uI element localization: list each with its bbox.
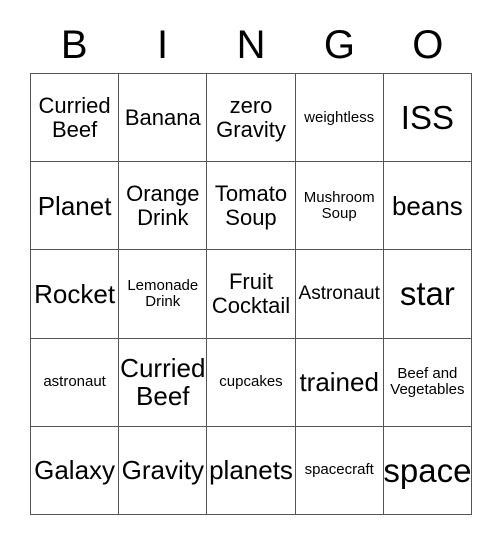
bingo-cell-label: Fruit Cocktail	[211, 269, 291, 318]
bingo-cell-label: zero Gravity	[216, 92, 286, 142]
bingo-cell[interactable]: weightless	[295, 74, 384, 163]
bingo-cell[interactable]: trained	[295, 338, 384, 427]
bingo-cell[interactable]: Fruit Cocktail	[207, 250, 296, 339]
bingo-cell-label: Gravity	[121, 455, 204, 486]
bingo-cell[interactable]: Curried Beef	[119, 338, 208, 427]
bingo-cell[interactable]: Rocket	[31, 250, 120, 339]
bingo-cell-label: planets	[209, 455, 293, 486]
bingo-cell[interactable]: Mushroom Soup	[295, 162, 384, 251]
bingo-cell[interactable]: astronaut	[31, 338, 120, 427]
bingo-cell-label: Beef and Vegetables	[390, 365, 465, 399]
bingo-cell[interactable]: Orange Drink	[119, 162, 208, 251]
bingo-cell-label: Astronaut	[298, 282, 380, 304]
bingo-cell-label: Galaxy	[34, 455, 116, 486]
bingo-cell[interactable]: ISS	[383, 74, 472, 163]
bingo-cell[interactable]: space	[383, 426, 472, 515]
bingo-cell[interactable]: spacecraft	[295, 426, 384, 515]
bingo-cell[interactable]: Astronaut	[295, 250, 384, 339]
bingo-cell-label: trained	[299, 367, 379, 398]
bingo-cell[interactable]: beans	[383, 162, 472, 251]
bingo-cell-label: Lemonade Drink	[127, 276, 199, 310]
bingo-cell-label: Curried Beef	[38, 92, 111, 142]
bingo-cell-label: Banana	[124, 104, 201, 130]
bingo-cell-label: weightless	[304, 108, 375, 126]
bingo-cell-label: Orange Drink	[126, 181, 200, 230]
bingo-cell[interactable]: Gravity	[119, 426, 208, 515]
bingo-cell-label: beans	[391, 190, 463, 221]
bingo-cell-label: Tomato Soup	[214, 181, 288, 230]
bingo-header-letter-i: I	[157, 22, 169, 67]
bingo-header-row: B I N G O	[30, 16, 472, 73]
bingo-grid: Curried Beef Banana zero Gravity weightless…	[30, 73, 472, 515]
bingo-cell[interactable]: Curried Beef	[31, 74, 120, 163]
bingo-card: B I N G O Curried Beef Banana zero Gravity…	[0, 0, 500, 544]
bingo-cell-label: ISS	[400, 98, 454, 136]
bingo-cell-label: Planet	[37, 190, 112, 221]
bingo-cell[interactable]: planets	[207, 426, 296, 515]
bingo-cell-label: space	[383, 451, 472, 489]
bingo-header-letter-b: B	[60, 22, 88, 67]
bingo-cell-label: Curried Beef	[120, 353, 206, 412]
bingo-cell[interactable]: cupcakes	[207, 338, 296, 427]
bingo-cell[interactable]: Planet	[31, 162, 120, 251]
bingo-cell-label: star	[399, 275, 455, 313]
bingo-cell[interactable]: Lemonade Drink	[119, 250, 208, 339]
bingo-cell-label: astronaut	[43, 373, 106, 391]
bingo-cell[interactable]: Tomato Soup	[207, 162, 296, 251]
bingo-cell[interactable]: star	[383, 250, 472, 339]
bingo-header-letter-o: O	[412, 22, 444, 67]
bingo-cell-label: Rocket	[34, 278, 116, 309]
bingo-cell[interactable]: Banana	[119, 74, 208, 163]
bingo-cell-label: spacecraft	[304, 461, 374, 479]
bingo-cell[interactable]: Galaxy	[31, 426, 120, 515]
bingo-cell[interactable]: Beef and Vegetables	[383, 338, 472, 427]
bingo-header-letter-g: G	[323, 22, 355, 67]
bingo-cell-label: Mushroom Soup	[303, 188, 375, 222]
bingo-cell[interactable]: zero Gravity	[207, 74, 296, 163]
bingo-cell-label: cupcakes	[219, 373, 283, 391]
bingo-header-letter-n: N	[236, 22, 266, 67]
